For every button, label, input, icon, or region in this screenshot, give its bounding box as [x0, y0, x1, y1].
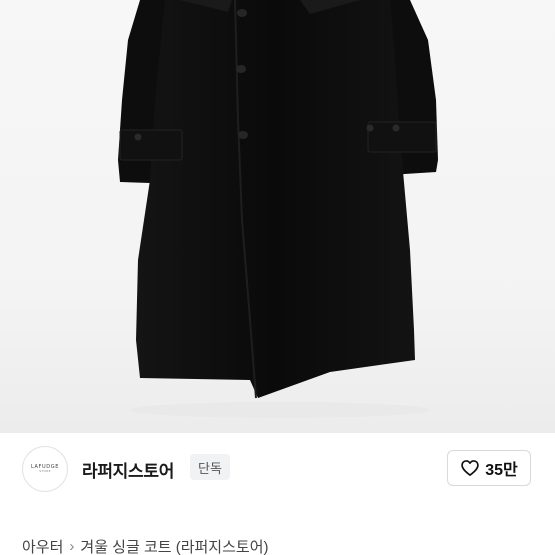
store-name[interactable]: 라퍼지스토어 [82, 457, 174, 482]
seller-row: LAFUDGE STORE 라퍼지스토어 단독 35만 [0, 433, 555, 511]
product-image[interactable] [0, 0, 555, 432]
like-button[interactable]: 35만 [447, 450, 531, 486]
breadcrumb-category[interactable]: 아우터 [22, 536, 63, 555]
seller-avatar[interactable]: LAFUDGE STORE [22, 446, 68, 492]
coat-button [237, 9, 247, 17]
cuff-button [366, 124, 374, 132]
cuff-button [134, 133, 142, 141]
coat-button [236, 65, 246, 73]
breadcrumb: 아우터 › 겨울 싱글 코트 (라퍼지스토어) [22, 536, 269, 555]
breadcrumb-product: 겨울 싱글 코트 (라퍼지스토어) [80, 539, 269, 555]
coat-illustration [118, 0, 438, 418]
exclusive-badge: 단독 [190, 454, 230, 480]
coat-body [136, 0, 415, 398]
like-count: 35만 [485, 462, 518, 479]
shadow [130, 402, 430, 418]
breadcrumb-separator: › [69, 538, 75, 555]
cuff-button [392, 124, 400, 132]
logo-subtext: STORE [39, 469, 51, 474]
heart-icon [460, 458, 480, 478]
seller-logo: LAFUDGE STORE [31, 464, 59, 474]
right-cuff-strap [367, 121, 437, 153]
left-cuff-strap [119, 129, 183, 161]
coat-button [238, 131, 248, 139]
